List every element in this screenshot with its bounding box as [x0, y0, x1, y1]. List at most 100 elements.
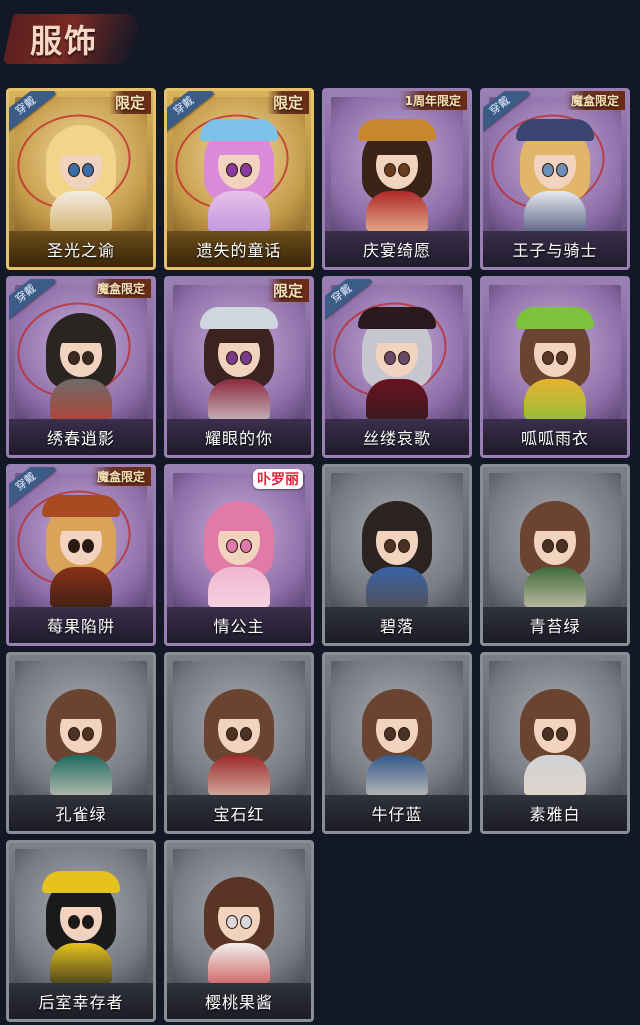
character-portrait [352, 683, 442, 795]
costume-card[interactable]: 穿戴 限定 圣光之谕 [6, 88, 156, 270]
outfit [366, 379, 428, 419]
outfit [366, 755, 428, 795]
eye [226, 727, 238, 741]
eye [240, 351, 252, 365]
bangs [56, 133, 106, 155]
headwear [516, 119, 594, 141]
eye [384, 163, 396, 177]
headwear [358, 119, 436, 141]
headwear [42, 495, 120, 517]
limited-tag: 限定 [266, 279, 309, 302]
costume-name: 青苔绿 [483, 607, 627, 643]
costume-card[interactable]: 樱桃果酱 [164, 840, 314, 1022]
character-portrait [352, 307, 442, 419]
limited-tag: 限定 [266, 91, 309, 114]
costume-card[interactable]: 限定耀眼的你 [164, 276, 314, 458]
eye [68, 727, 80, 741]
eye [556, 539, 568, 553]
costume-card[interactable]: 穿戴 限定 遗失的童话 [164, 88, 314, 270]
outfit [50, 943, 112, 983]
character-portrait [194, 495, 284, 607]
bangs [372, 509, 422, 531]
costume-card[interactable]: 宝石红 [164, 652, 314, 834]
eye [398, 351, 410, 365]
costume-card[interactable]: 素雅白 [480, 652, 630, 834]
eye [226, 915, 238, 929]
eye [556, 351, 568, 365]
eye [556, 163, 568, 177]
outfit [50, 379, 112, 419]
eye [240, 539, 252, 553]
header: 服饰 [0, 0, 640, 78]
limited-tag: 魔盒限定 [90, 279, 151, 298]
costume-card[interactable]: 后室幸存者 [6, 840, 156, 1022]
costume-name: 遗失的童话 [167, 231, 311, 267]
eye [384, 727, 396, 741]
outfit [208, 567, 270, 607]
page-title: 服饰 [30, 22, 99, 60]
costume-card[interactable]: 穿戴 丝缕哀歌 [322, 276, 472, 458]
costume-card[interactable]: 呱呱雨衣 [480, 276, 630, 458]
costume-card[interactable]: 青苔绿 [480, 464, 630, 646]
costume-name: 樱桃果酱 [167, 983, 311, 1019]
limited-tag: 魔盒限定 [564, 91, 625, 110]
outfit [208, 943, 270, 983]
outfit [524, 567, 586, 607]
headwear [358, 307, 436, 329]
costume-card[interactable]: 孔雀绿 [6, 652, 156, 834]
character-portrait [510, 119, 600, 231]
bangs [530, 509, 580, 531]
eye [82, 915, 94, 929]
eye [68, 351, 80, 365]
character-portrait [352, 495, 442, 607]
character-portrait [194, 683, 284, 795]
costume-name: 孔雀绿 [9, 795, 153, 831]
eye [384, 539, 396, 553]
costume-name: 碧落 [325, 607, 469, 643]
costume-card[interactable]: 牛仔蓝 [322, 652, 472, 834]
character-portrait [194, 119, 284, 231]
character-portrait [36, 871, 126, 983]
character-portrait [194, 871, 284, 983]
costume-card[interactable]: 1周年限定 庆宴绮愿 [322, 88, 472, 270]
headwear [200, 119, 278, 141]
costume-name: 后室幸存者 [9, 983, 153, 1019]
eye [68, 915, 80, 929]
eye [82, 351, 94, 365]
outfit [50, 191, 112, 231]
eye [240, 727, 252, 741]
character-portrait [194, 307, 284, 419]
bangs [530, 697, 580, 719]
eye [398, 163, 410, 177]
costume-name: 素雅白 [483, 795, 627, 831]
costume-card[interactable]: 穿戴 魔盒限定 绣春逍影 [6, 276, 156, 458]
costume-name: 耀眼的你 [167, 419, 311, 455]
costume-name: 庆宴绮愿 [325, 231, 469, 267]
costume-name: 丝缕哀歌 [325, 419, 469, 455]
headwear [516, 307, 594, 329]
costume-name: 王子与骑士 [483, 231, 627, 267]
outfit [524, 379, 586, 419]
character-portrait [510, 495, 600, 607]
eye [398, 539, 410, 553]
costume-card[interactable]: 碧落 [322, 464, 472, 646]
costume-card[interactable]: 穿戴 魔盒限定 王子与骑士 [480, 88, 630, 270]
eye [82, 539, 94, 553]
character-portrait [36, 495, 126, 607]
eye [226, 351, 238, 365]
costume-card[interactable]: 卟罗丽 情公主 [164, 464, 314, 646]
costume-name: 绣春逍影 [9, 419, 153, 455]
costume-card[interactable]: 穿戴 魔盒限定 莓果陷阱 [6, 464, 156, 646]
outfit [50, 755, 112, 795]
eye [226, 539, 238, 553]
outfit [366, 191, 428, 231]
limited-tag: 魔盒限定 [90, 467, 151, 486]
costume-name: 呱呱雨衣 [483, 419, 627, 455]
bangs [56, 697, 106, 719]
outfit [524, 191, 586, 231]
character-portrait [36, 307, 126, 419]
eye [82, 163, 94, 177]
eye [556, 727, 568, 741]
eye [226, 163, 238, 177]
costume-name: 圣光之谕 [9, 231, 153, 267]
